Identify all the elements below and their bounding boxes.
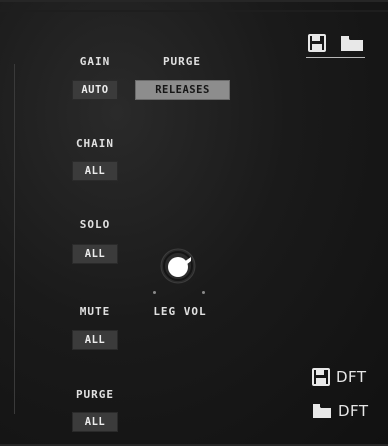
chain-label: CHAIN — [75, 137, 115, 150]
purge-releases-button[interactable]: RELEASES — [135, 80, 230, 100]
load-default-button[interactable]: DFT — [312, 402, 369, 420]
save-default-label: DFT — [336, 368, 367, 386]
left-divider — [14, 64, 15, 414]
purge-releases-label: PURGE — [162, 55, 202, 68]
load-default-label: DFT — [338, 402, 369, 420]
leg-vol-label: LEG VOL — [153, 305, 207, 318]
knob-min-dot — [153, 291, 156, 294]
save-preset-icon[interactable] — [308, 34, 326, 52]
chain-button[interactable]: ALL — [72, 161, 118, 181]
floppy-disk-icon — [312, 368, 330, 386]
load-preset-icon[interactable] — [340, 35, 364, 52]
mute-label: MUTE — [79, 305, 111, 318]
top-divider — [0, 10, 388, 12]
purge-label: PURGE — [75, 388, 115, 401]
save-default-button[interactable]: DFT — [312, 368, 367, 386]
knob-max-dot — [202, 291, 205, 294]
leg-vol-knob[interactable] — [160, 248, 196, 284]
preset-icons-underline — [306, 57, 365, 58]
gain-button[interactable]: AUTO — [72, 80, 118, 100]
solo-label: SOLO — [79, 218, 111, 231]
instrument-panel: GAIN AUTO PURGE RELEASES CHAIN ALL SOLO … — [0, 0, 388, 446]
purge-button[interactable]: ALL — [72, 412, 118, 432]
mute-button[interactable]: ALL — [72, 330, 118, 350]
folder-icon — [312, 403, 332, 419]
gain-label: GAIN — [79, 55, 111, 68]
solo-button[interactable]: ALL — [72, 244, 118, 264]
